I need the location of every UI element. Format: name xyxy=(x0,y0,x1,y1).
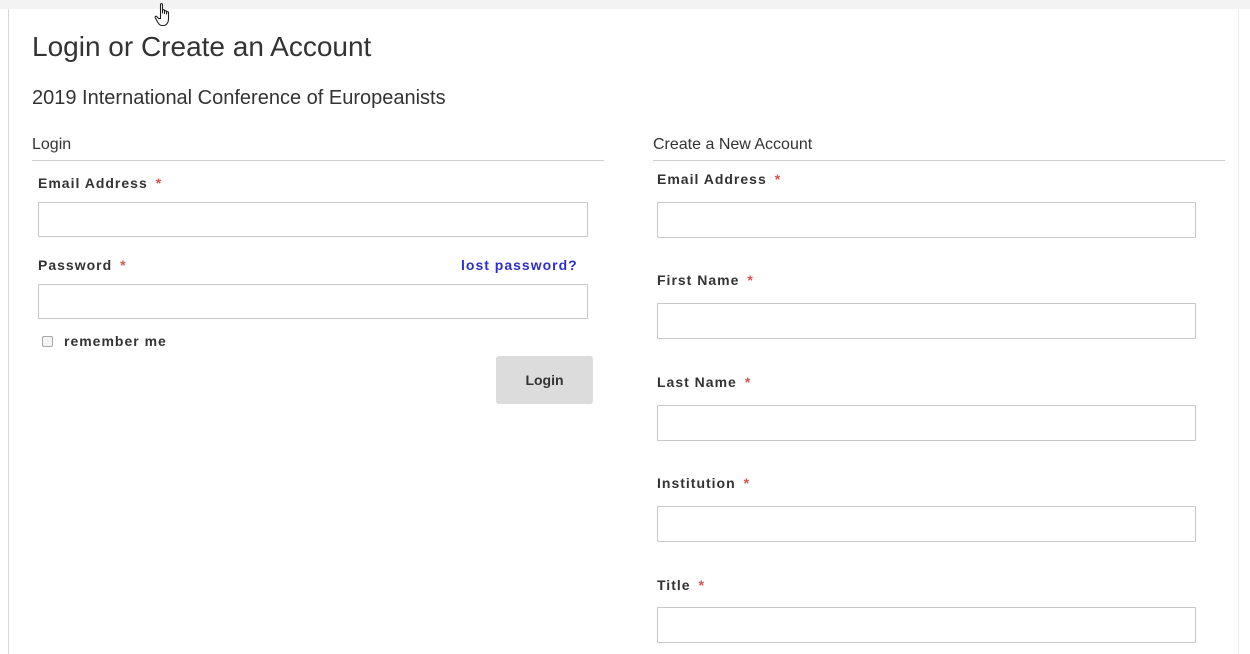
remember-me-checkbox[interactable] xyxy=(42,335,53,347)
login-email-input[interactable] xyxy=(38,202,588,237)
right-border xyxy=(1238,9,1239,654)
create-last-name-label-text: Last Name xyxy=(657,374,737,390)
required-marker: * xyxy=(120,257,127,273)
page-subtitle: 2019 International Conference of Europea… xyxy=(32,87,446,109)
create-title-input[interactable] xyxy=(657,607,1196,643)
hand-pointer-cursor-icon xyxy=(154,3,170,27)
lost-password-link[interactable]: lost password? xyxy=(461,256,578,274)
create-institution-label-text: Institution xyxy=(657,475,736,491)
login-password-label: Password * xyxy=(38,256,127,274)
login-password-input[interactable] xyxy=(38,284,588,319)
page-title: Login or Create an Account xyxy=(32,31,372,62)
create-section-divider xyxy=(653,160,1225,161)
create-email-label: Email Address * xyxy=(657,170,781,188)
create-last-name-label: Last Name * xyxy=(657,373,751,391)
login-section-divider xyxy=(32,160,604,161)
create-institution-label: Institution * xyxy=(657,474,750,492)
create-email-input[interactable] xyxy=(657,202,1196,238)
login-password-label-text: Password xyxy=(38,257,113,273)
login-page: Login or Create an Account 2019 Internat… xyxy=(0,0,1250,654)
left-border xyxy=(8,9,9,654)
required-marker: * xyxy=(744,374,752,390)
create-first-name-label-text: First Name xyxy=(657,272,740,288)
remember-me-label[interactable]: remember me xyxy=(64,332,167,350)
create-institution-input[interactable] xyxy=(657,506,1196,542)
create-title-label: Title * xyxy=(657,576,705,594)
required-marker: * xyxy=(155,175,163,191)
create-title-label-text: Title xyxy=(657,577,691,593)
required-marker: * xyxy=(743,475,751,491)
create-first-name-label: First Name * xyxy=(657,271,754,289)
create-email-label-text: Email Address xyxy=(657,171,767,187)
create-first-name-input[interactable] xyxy=(657,303,1196,339)
create-last-name-input[interactable] xyxy=(657,405,1196,441)
login-email-label: Email Address * xyxy=(38,174,162,192)
required-marker: * xyxy=(747,272,754,288)
login-section-title: Login xyxy=(32,136,72,153)
create-section-title: Create a New Account xyxy=(653,136,813,153)
top-bar xyxy=(0,0,1250,9)
required-marker: * xyxy=(774,171,782,187)
required-marker: * xyxy=(698,577,705,593)
remember-me[interactable]: remember me xyxy=(42,332,167,350)
login-button[interactable]: Login xyxy=(496,356,593,404)
login-email-label-text: Email Address xyxy=(38,175,148,191)
